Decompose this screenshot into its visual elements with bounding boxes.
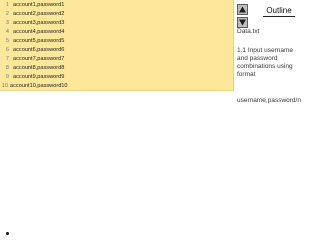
editor-line: 7 account7,password7 (0, 55, 233, 64)
bullet-dot-icon (6, 232, 9, 235)
outline-format-text: username,password/n (237, 97, 301, 104)
line-number: 6 (5, 47, 9, 53)
line-text: account8,password8 (13, 65, 65, 71)
line-text: account2,password2 (13, 11, 65, 17)
outline-title: Outline (263, 6, 295, 17)
editor-line: 5 account5,password5 (0, 37, 233, 46)
outline-description-line: combinations using (237, 63, 293, 70)
editor-line: 3 account3,password3 (0, 19, 233, 28)
line-text: account5,password5 (13, 38, 65, 44)
line-number: 1 (5, 2, 9, 8)
line-text: account1,password1 (13, 2, 65, 8)
line-text: account10,password10 (10, 83, 68, 89)
line-text: account7,password7 (13, 56, 65, 62)
line-number: 3 (5, 20, 9, 26)
editor-line: 8 account8,password8 (0, 64, 233, 73)
editor-line: 4 account4,password4 (0, 28, 233, 37)
line-number: 5 (5, 38, 9, 44)
scroll-up-button[interactable] (237, 4, 248, 15)
outline-panel: Outline Data.txt 1.1 Input username and … (236, 0, 320, 110)
line-number: 7 (5, 56, 9, 62)
line-number: 4 (5, 29, 9, 35)
line-number: 8 (5, 65, 9, 71)
outline-description-line: format (237, 71, 256, 78)
text-editor[interactable]: 1 account1,password1 2 account2,password… (0, 0, 234, 91)
line-number: 2 (5, 11, 9, 17)
triangle-up-icon (239, 6, 246, 13)
editor-line: 9 account9,password9 (0, 73, 233, 82)
editor-line: 10 account10,password10 (0, 82, 233, 90)
editor-line: 1 account1,password1 (0, 1, 233, 10)
outline-file-name: Data.txt (237, 28, 260, 35)
line-text: account4,password4 (13, 29, 65, 35)
line-number: 10 (1, 83, 8, 89)
line-text: account3,password3 (13, 20, 65, 26)
editor-line: 6 account6,password6 (0, 46, 233, 55)
line-text: account6,password6 (13, 47, 65, 53)
outline-description-line: and password (237, 55, 278, 62)
line-text: account9,password9 (13, 74, 65, 80)
editor-line: 2 account2,password2 (0, 10, 233, 19)
line-number: 9 (5, 74, 9, 80)
scroll-down-button[interactable] (237, 17, 248, 28)
outline-description-line: 1.1 Input username (237, 47, 294, 54)
triangle-down-icon (239, 19, 246, 26)
